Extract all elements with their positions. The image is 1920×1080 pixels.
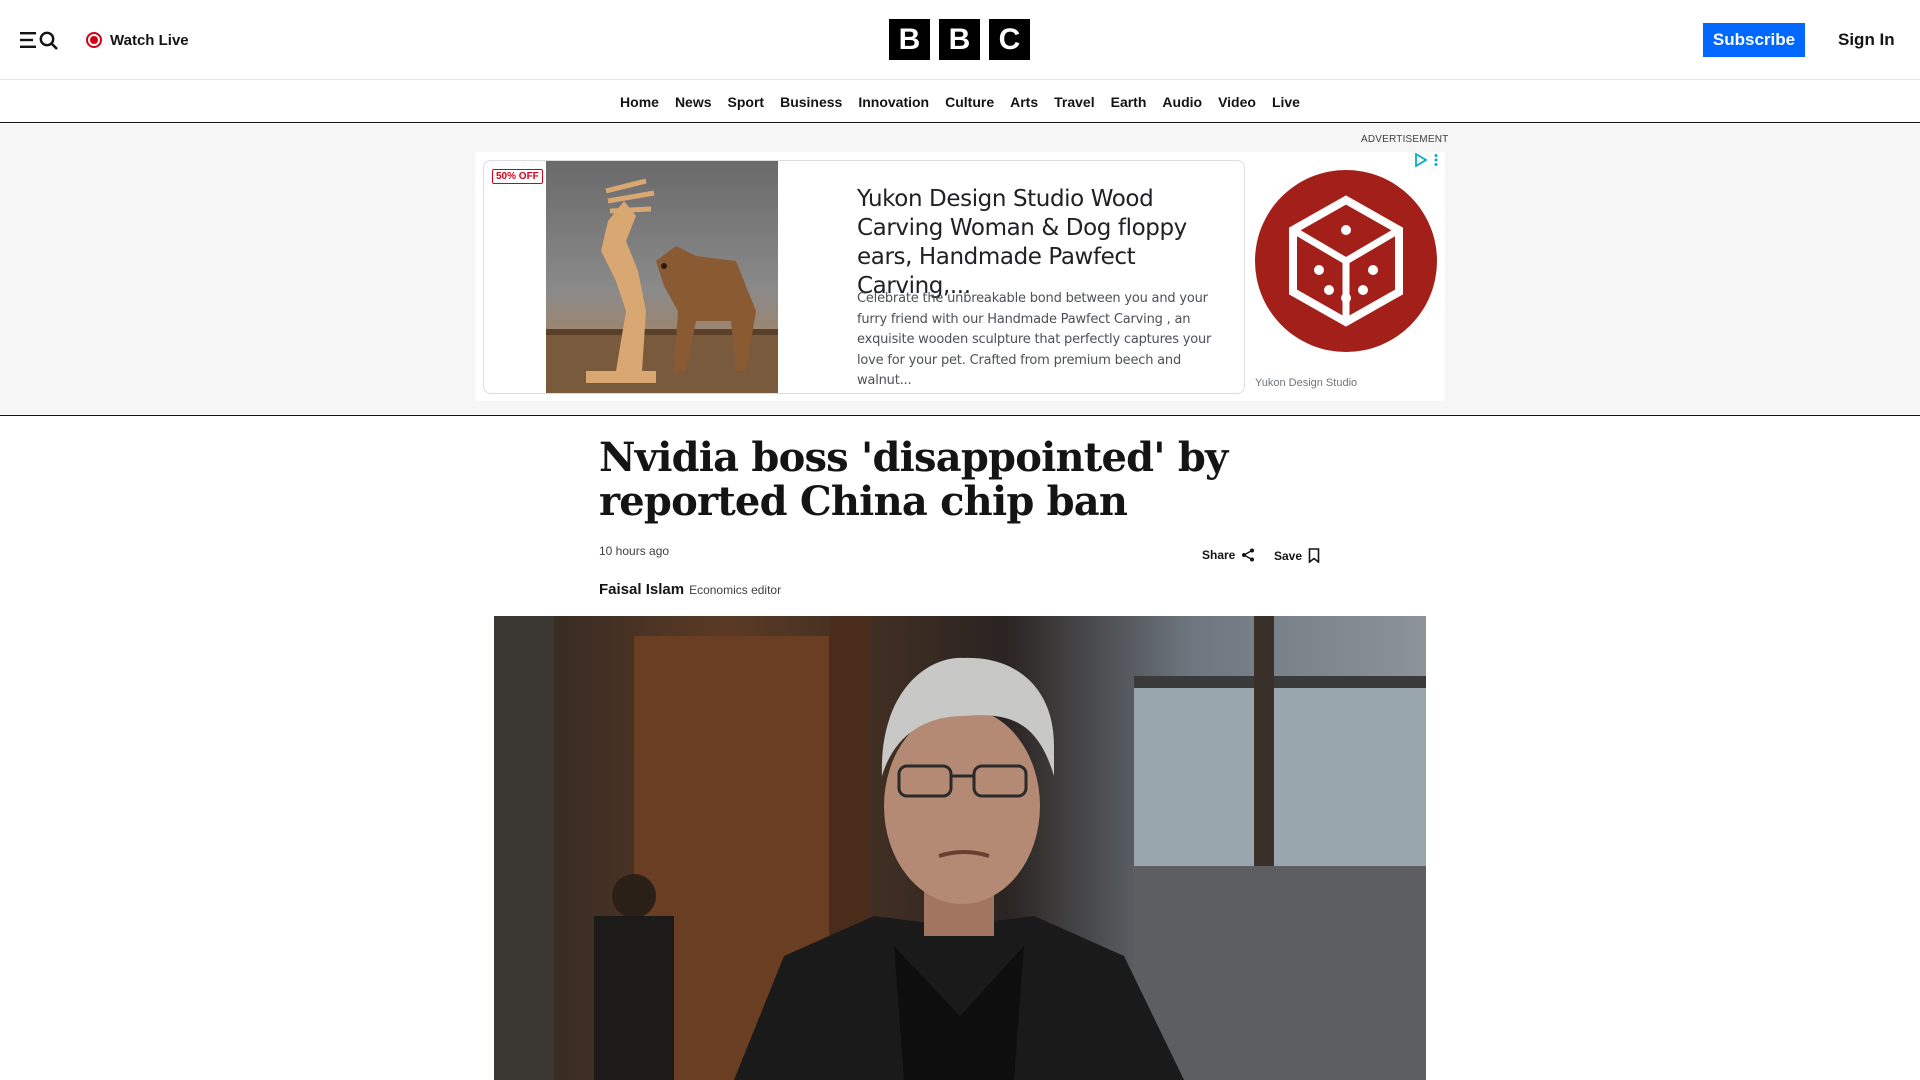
byline: Faisal Islam Economics editor <box>599 581 781 598</box>
ad-description: Celebrate the unbreakable bond between y… <box>857 291 1212 388</box>
nav-item-home[interactable]: Home <box>612 94 667 110</box>
article-timestamp: 10 hours ago <box>599 544 670 558</box>
nav-item-video[interactable]: Video <box>1210 94 1264 110</box>
share-button[interactable]: Share <box>1202 548 1255 562</box>
bbc-logo[interactable]: B B C <box>889 19 1030 60</box>
ad-advertiser-name[interactable]: Yukon Design Studio <box>1255 377 1357 389</box>
advertiser-logo[interactable] <box>1255 170 1437 352</box>
nav-item-news[interactable]: News <box>667 94 720 110</box>
ad-choices-icon[interactable] <box>1414 153 1438 167</box>
nav-item-earth[interactable]: Earth <box>1103 94 1155 110</box>
share-icon <box>1242 548 1255 562</box>
ad-product-image <box>546 161 778 393</box>
discount-badge: 50% OFF <box>492 169 543 184</box>
watch-live-link[interactable]: Watch Live <box>86 28 189 52</box>
live-icon <box>86 32 102 48</box>
ad-banner: 50% OFF Yukon Design Studio Wood Carving… <box>475 152 1445 401</box>
nav-item-culture[interactable]: Culture <box>937 94 1002 110</box>
nav-item-travel[interactable]: Travel <box>1046 94 1102 110</box>
menu-search-icon[interactable] <box>20 28 62 52</box>
article-headline: Nvidia boss 'disappointed' by reported C… <box>599 434 1228 525</box>
ad-product-card[interactable]: 50% OFF Yukon Design Studio Wood Carving… <box>483 160 1245 394</box>
site-header: Watch Live B B C Subscribe Sign In <box>0 0 1920 80</box>
nav-item-innovation[interactable]: Innovation <box>850 94 937 110</box>
nav-item-live[interactable]: Live <box>1264 94 1308 110</box>
main-nav: Home News Sport Business Innovation Cult… <box>0 81 1920 123</box>
author-role: Economics editor <box>689 583 782 597</box>
hero-image[interactable] <box>494 616 1426 1080</box>
advertisement-label: ADVERTISEMENT <box>1361 134 1449 145</box>
nav-item-audio[interactable]: Audio <box>1154 94 1210 110</box>
logo-letter: B <box>889 19 930 60</box>
ad-title[interactable]: Yukon Design Studio Wood Carving Woman &… <box>857 185 1237 301</box>
author-name[interactable]: Faisal Islam <box>599 581 684 598</box>
subscribe-button[interactable]: Subscribe <box>1703 23 1805 57</box>
save-label: Save <box>1274 548 1303 563</box>
share-label: Share <box>1202 548 1236 562</box>
nav-item-arts[interactable]: Arts <box>1002 94 1046 110</box>
nav-item-sport[interactable]: Sport <box>720 94 773 110</box>
watch-live-label: Watch Live <box>110 31 189 49</box>
nav-item-business[interactable]: Business <box>772 94 850 110</box>
logo-letter: B <box>939 19 980 60</box>
save-button[interactable]: Save <box>1274 548 1320 563</box>
ad-region: ADVERTISEMENT 50% OFF Yukon Design Studi… <box>0 124 1920 416</box>
logo-letter: C <box>989 19 1030 60</box>
sign-in-link[interactable]: Sign In <box>1838 30 1895 50</box>
bookmark-icon <box>1308 548 1320 563</box>
